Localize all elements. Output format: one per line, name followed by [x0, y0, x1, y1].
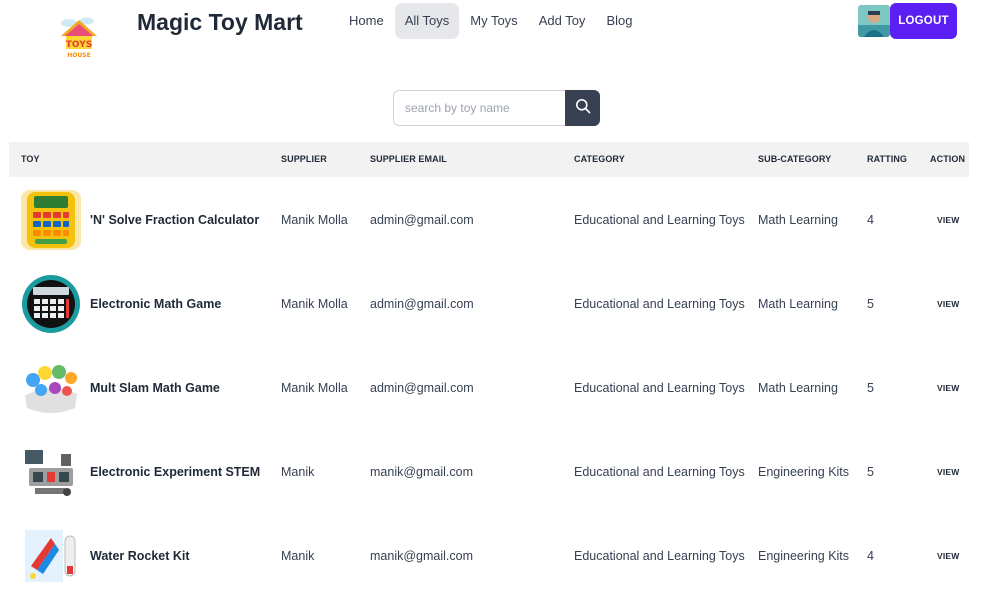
view-button[interactable]: VIEW — [937, 514, 960, 595]
rating-cell: 5 — [867, 465, 874, 479]
math-game-image — [21, 274, 81, 334]
sub-category-cell: Engineering Kits — [758, 465, 850, 479]
col-toy: TOY — [21, 154, 40, 164]
sub-category-cell: Engineering Kits — [758, 549, 850, 563]
toy-name: Water Rocket Kit — [90, 549, 190, 563]
rating-cell: 5 — [867, 297, 874, 311]
brand-title[interactable]: Magic Toy Mart — [137, 9, 303, 36]
supplier-cell: Manik — [281, 465, 315, 479]
nav-all-toys[interactable]: All Toys — [394, 3, 460, 39]
category-cell: Educational and Learning Toys — [574, 297, 745, 311]
search-icon — [575, 98, 591, 119]
sub-category-cell: Math Learning — [758, 297, 838, 311]
table-row: Electronic Experiment STEM Manik manik@g… — [9, 430, 969, 514]
supplier-email-cell: admin@gmail.com — [370, 381, 474, 395]
search-bar — [393, 90, 600, 126]
category-cell: Educational and Learning Toys — [574, 213, 745, 227]
brand-logo[interactable]: TOYS HOUSE — [56, 14, 102, 60]
table-row: 'N' Solve Fraction Calculator Manik Moll… — [9, 178, 969, 262]
category-cell: Educational and Learning Toys — [574, 381, 745, 395]
table-row: Mult Slam Math Game Manik Molla admin@gm… — [9, 346, 969, 430]
supplier-cell: Manik Molla — [281, 213, 348, 227]
svg-text:TOYS: TOYS — [66, 40, 92, 50]
rating-cell: 4 — [867, 213, 874, 227]
nav-add-toy[interactable]: Add Toy — [529, 3, 596, 39]
search-input[interactable] — [393, 90, 565, 126]
toy-name: Electronic Math Game — [90, 297, 222, 311]
rating-cell: 5 — [867, 381, 874, 395]
sub-category-cell: Math Learning — [758, 381, 838, 395]
view-button[interactable]: VIEW — [937, 430, 960, 514]
col-supplier: SUPPLIER — [281, 154, 327, 164]
logout-button[interactable]: LOGOUT — [890, 3, 957, 39]
toy-name: Mult Slam Math Game — [90, 381, 220, 395]
table-row: Water Rocket Kit Manik manik@gmail.com E… — [9, 514, 969, 595]
search-button[interactable] — [565, 90, 600, 126]
col-sub-category: SUB-CATEGORY — [758, 154, 832, 164]
navbar: TOYS HOUSE Magic Toy Mart Home All Toys … — [0, 0, 989, 70]
supplier-cell: Manik Molla — [281, 297, 348, 311]
toy-name: 'N' Solve Fraction Calculator — [90, 213, 260, 227]
supplier-email-cell: admin@gmail.com — [370, 297, 474, 311]
main-nav: Home All Toys My Toys Add Toy Blog — [339, 3, 643, 39]
view-button[interactable]: VIEW — [937, 346, 960, 430]
rating-cell: 4 — [867, 549, 874, 563]
col-supplier-email: SUPPLIER EMAIL — [370, 154, 447, 164]
nav-blog[interactable]: Blog — [596, 3, 642, 39]
col-action: ACTION — [930, 154, 966, 164]
nav-home[interactable]: Home — [339, 3, 394, 39]
view-button[interactable]: VIEW — [937, 262, 960, 346]
calculator-toy-image — [21, 190, 81, 250]
nav-my-toys[interactable]: My Toys — [460, 3, 527, 39]
category-cell: Educational and Learning Toys — [574, 549, 745, 563]
col-rating: RATTING — [867, 154, 908, 164]
sub-category-cell: Math Learning — [758, 213, 838, 227]
rocket-kit-image — [21, 526, 81, 586]
supplier-email-cell: manik@gmail.com — [370, 465, 473, 479]
supplier-cell: Manik — [281, 549, 315, 563]
mult-slam-image — [21, 358, 81, 418]
user-avatar[interactable] — [858, 5, 890, 37]
stem-kit-image — [21, 442, 81, 502]
supplier-cell: Manik Molla — [281, 381, 348, 395]
category-cell: Educational and Learning Toys — [574, 465, 745, 479]
supplier-email-cell: manik@gmail.com — [370, 549, 473, 563]
table-row: Electronic Math Game Manik Molla admin@g… — [9, 262, 969, 346]
supplier-email-cell: admin@gmail.com — [370, 213, 474, 227]
view-button[interactable]: VIEW — [937, 178, 960, 262]
toy-name: Electronic Experiment STEM — [90, 465, 261, 479]
table-header: TOY SUPPLIER SUPPLIER EMAIL CATEGORY SUB… — [9, 142, 969, 177]
svg-text:HOUSE: HOUSE — [67, 52, 90, 59]
col-category: CATEGORY — [574, 154, 625, 164]
